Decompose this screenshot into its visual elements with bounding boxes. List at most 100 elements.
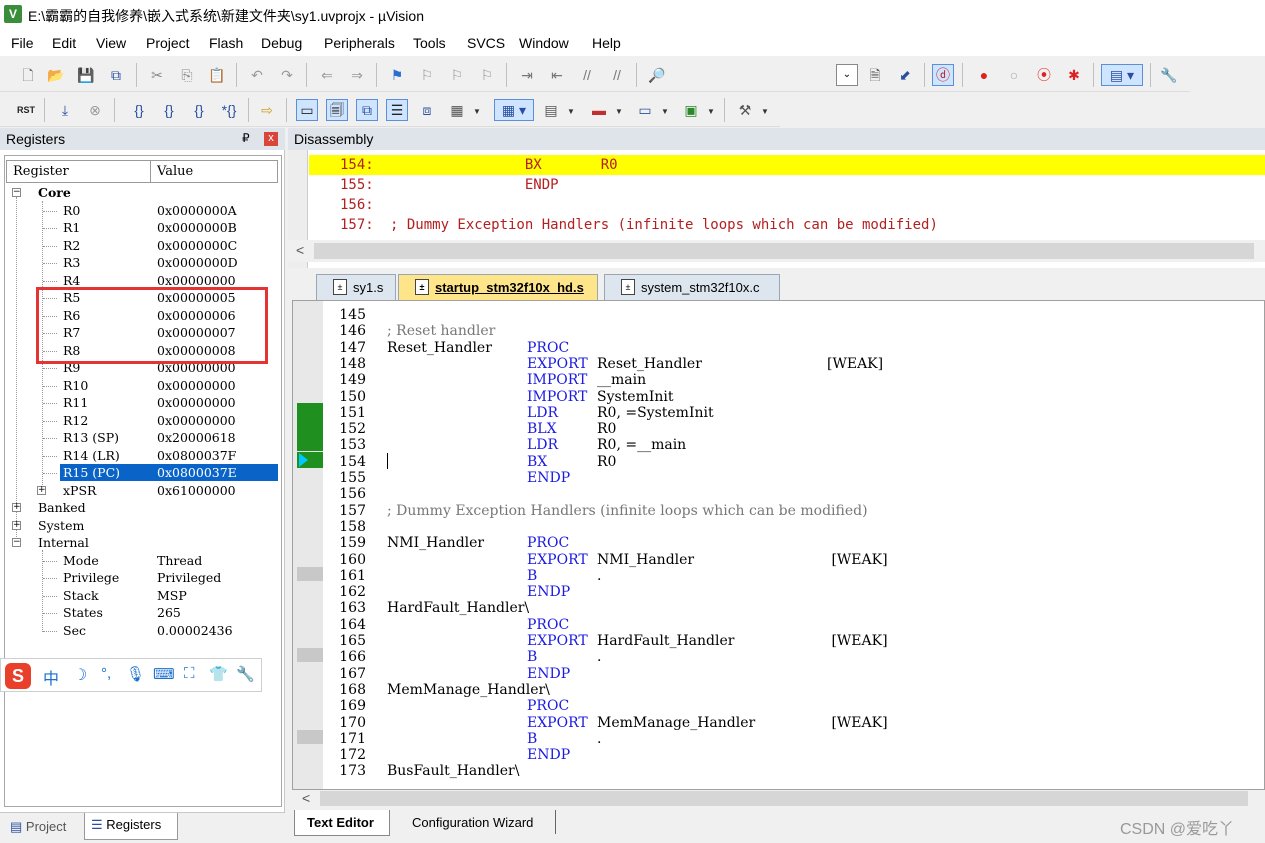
uncomment-icon[interactable]: //	[606, 64, 628, 86]
settings-wrench-icon[interactable]: 🔧	[236, 665, 255, 683]
find-replace-icon[interactable]: ⬋	[894, 64, 916, 86]
watch-window-icon[interactable]: ▦	[446, 99, 468, 121]
disassembly-line[interactable]: 154: BX R0	[309, 155, 1265, 175]
code-line[interactable]: 145	[293, 307, 1265, 323]
tab-sy1-s[interactable]: ± sy1.s	[316, 274, 396, 300]
register-value[interactable]: 0x00000000	[157, 412, 236, 429]
debug-session-icon[interactable]: ⓓ	[932, 64, 954, 86]
code-line[interactable]: 152 BLX R0	[293, 421, 1265, 437]
save-icon[interactable]: 💾	[75, 64, 97, 86]
internal-row[interactable]: Privilege Privileged	[0, 569, 280, 587]
code-line[interactable]: 146 ; Reset handler	[293, 323, 1265, 339]
step-into-icon[interactable]: {}	[128, 99, 150, 121]
code-line[interactable]: 165 EXPORT HardFault_Handler [WEAK]	[293, 633, 1265, 649]
code-line[interactable]: 167 ENDP	[293, 666, 1265, 682]
registers-window-icon[interactable]: ☰	[386, 99, 408, 121]
skin-icon[interactable]: 👕	[209, 665, 228, 683]
code-line[interactable]: 149 IMPORT __main	[293, 372, 1265, 388]
comment-icon[interactable]: //	[576, 64, 598, 86]
paste-icon[interactable]: 📋	[206, 64, 228, 86]
tab-startup-file[interactable]: ± startup_stm32f10x_hd.s	[398, 274, 598, 300]
disable-all-breakpoints-icon[interactable]: ⦿	[1033, 64, 1055, 86]
copy-icon[interactable]: ⎘	[176, 64, 198, 86]
step-out-icon[interactable]: {}	[188, 99, 210, 121]
menu-tools[interactable]: Tools	[413, 35, 446, 51]
register-value[interactable]: 0x0000000B	[157, 219, 237, 236]
trace-window-icon[interactable]: ▭	[634, 99, 656, 121]
tab-project[interactable]: ▤ Project	[4, 815, 80, 839]
register-value[interactable]: Thread	[157, 552, 202, 569]
group-core[interactable]: − Core	[0, 184, 280, 202]
keyboard-icon[interactable]: ⌨	[153, 665, 175, 683]
register-value[interactable]: Privileged	[157, 569, 221, 586]
disassembly-line[interactable]: 157: ; Dummy Exception Handlers (infinite…	[309, 215, 1265, 235]
register-value[interactable]: 0.00002436	[157, 622, 233, 639]
clear-bookmarks-icon[interactable]: ⚐	[476, 64, 498, 86]
register-row[interactable]: R14 (LR) 0x0800037F	[0, 447, 280, 465]
register-row[interactable]: R2 0x0000000C	[0, 237, 280, 255]
menu-svcs[interactable]: SVCS	[467, 35, 505, 51]
cut-icon[interactable]: ✂	[146, 64, 168, 86]
code-line[interactable]: 153 LDR R0, =__main	[293, 437, 1265, 453]
internal-row[interactable]: Mode Thread	[0, 552, 280, 570]
incremental-find-icon[interactable]: 🗎	[864, 64, 886, 86]
find-in-files-icon[interactable]: 🔎	[646, 64, 668, 86]
register-value[interactable]: 0x0800037E	[157, 464, 237, 481]
disassembly-hscrollbar[interactable]: <	[288, 240, 1265, 262]
nav-back-icon[interactable]: ⇐	[316, 64, 338, 86]
menu-peripherals[interactable]: Peripherals	[324, 35, 395, 51]
register-row[interactable]: R11 0x00000000	[0, 394, 280, 412]
undo-icon[interactable]: ↶	[246, 64, 268, 86]
toolbox-icon[interactable]: ⚒	[734, 99, 756, 121]
code-line[interactable]: 159 NMI_Handler PROC	[293, 535, 1265, 551]
code-line[interactable]: 172 ENDP	[293, 747, 1265, 763]
register-value[interactable]: 0x0000000C	[157, 237, 237, 254]
toolbox-icon[interactable]: ⛶	[184, 665, 195, 682]
run-to-cursor-icon[interactable]: *{}	[218, 99, 240, 121]
code-line[interactable]: 147 Reset_Handler PROC	[293, 340, 1265, 356]
code-line[interactable]: 150 IMPORT SystemInit	[293, 389, 1265, 405]
code-line[interactable]: 173 BusFault_Handler\	[293, 763, 1265, 779]
chevron-down-icon[interactable]: ▼	[707, 107, 715, 116]
expand-icon[interactable]: +	[37, 485, 46, 495]
system-viewer-icon[interactable]: ▣	[680, 99, 702, 121]
column-register[interactable]: Register	[13, 164, 69, 179]
code-line[interactable]: 164 PROC	[293, 617, 1265, 633]
serial-window-icon[interactable]: ▤	[540, 99, 562, 121]
call-stack-icon[interactable]: ⧈	[416, 99, 438, 121]
find-dropdown-icon[interactable]: ⌄	[836, 64, 858, 86]
internal-row[interactable]: States 265	[0, 604, 280, 622]
tab-system-file[interactable]: ± system_stm32f10x.c	[604, 274, 780, 300]
register-value[interactable]: 0x00000000	[157, 272, 236, 289]
register-value[interactable]: 0x00000000	[157, 377, 236, 394]
register-row[interactable]: R13 (SP) 0x20000618	[0, 429, 280, 447]
menu-help[interactable]: Help	[592, 35, 621, 51]
menu-window[interactable]: Window	[519, 35, 569, 51]
menu-flash[interactable]: Flash	[209, 35, 243, 51]
code-line[interactable]: 168 MemManage_Handler\	[293, 682, 1265, 698]
collapse-icon[interactable]: −	[12, 538, 21, 547]
redo-icon[interactable]: ↷	[276, 64, 298, 86]
code-line[interactable]: 151 LDR R0, =SystemInit	[293, 405, 1265, 421]
menu-view[interactable]: View	[96, 35, 126, 51]
register-row[interactable]: R0 0x0000000A	[0, 202, 280, 220]
insert-breakpoint-icon[interactable]: ●	[973, 64, 995, 86]
prev-bookmark-icon[interactable]: ⚐	[416, 64, 438, 86]
menu-edit[interactable]: Edit	[52, 35, 76, 51]
code-line[interactable]: 161 B.	[293, 568, 1265, 584]
disable-breakpoint-icon[interactable]: ○	[1003, 64, 1025, 86]
disassembly-line[interactable]: 156:	[309, 195, 1265, 215]
show-next-statement-icon[interactable]: ⇨	[256, 99, 278, 121]
half-width-icon[interactable]: ☽	[73, 665, 87, 685]
group-banked[interactable]: + Banked	[0, 499, 280, 517]
scroll-thumb[interactable]	[320, 791, 1248, 806]
menu-file[interactable]: File	[11, 35, 34, 51]
editor-hscrollbar[interactable]: <	[292, 790, 1265, 808]
tab-text-editor[interactable]: Text Editor	[294, 810, 390, 836]
register-row[interactable]: R12 0x00000000	[0, 412, 280, 430]
symbols-window-icon[interactable]: ⧉	[356, 99, 378, 121]
next-bookmark-icon[interactable]: ⚐	[446, 64, 468, 86]
indent-icon[interactable]: ⇥	[516, 64, 538, 86]
code-line[interactable]: 170 EXPORT MemManage_Handler [WEAK]	[293, 715, 1265, 731]
code-line[interactable]: 148 EXPORT Reset_Handler [WEAK]	[293, 356, 1265, 372]
